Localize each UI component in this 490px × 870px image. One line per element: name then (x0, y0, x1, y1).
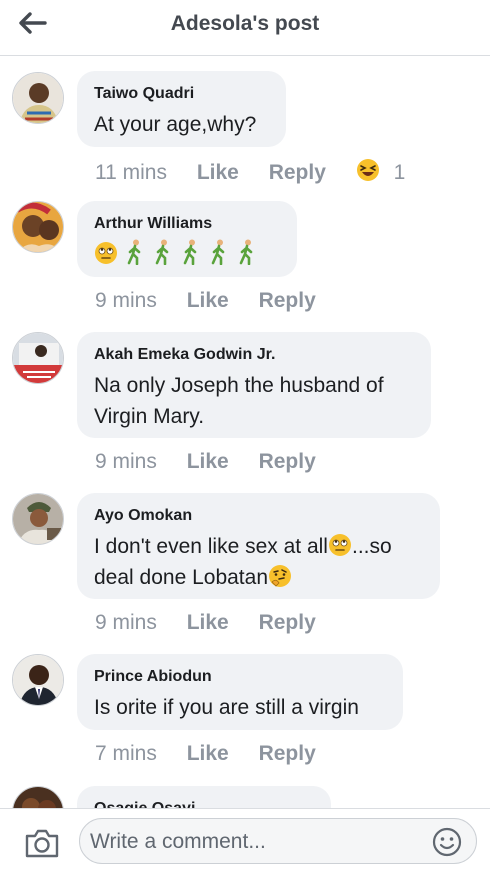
comment-author[interactable]: Prince Abiodun (94, 668, 385, 686)
comment-text-line: I don't even like sex at all ...so (94, 531, 422, 562)
like-button[interactable]: Like (187, 742, 229, 766)
comment-bubble[interactable]: Ayo Omokan I don't even like sex at all.… (77, 493, 440, 599)
reply-button[interactable]: Reply (259, 742, 316, 766)
walking-person-icon (211, 239, 225, 265)
comment-time[interactable]: 7 mins (95, 742, 157, 766)
comment-bubble[interactable]: Akah Emeka Godwin Jr. Na only Joseph the… (77, 332, 431, 438)
comment-text-part: ...so (351, 535, 392, 558)
like-button[interactable]: Like (187, 450, 229, 474)
avatar[interactable] (12, 332, 64, 384)
laughing-reaction-icon[interactable] (356, 158, 380, 182)
like-button[interactable]: Like (187, 289, 229, 313)
comment-text-line: Virgin Mary. (94, 405, 205, 428)
comment-bubble[interactable]: Arthur Williams (77, 201, 297, 277)
like-button[interactable]: Like (187, 611, 229, 635)
reaction-count[interactable]: 1 (394, 161, 406, 185)
comment-input-box[interactable] (79, 818, 477, 864)
comment-text-part: I don't even like sex at all (94, 535, 328, 558)
comment-text-part: deal done Lobatan (94, 566, 268, 589)
comment-emoji-row (94, 239, 279, 270)
reply-button[interactable]: Reply (259, 450, 316, 474)
thinking-emoji-icon (269, 565, 291, 587)
comment-text: Is orite if you are still a virgin (94, 696, 359, 719)
comment-actions: 7 mins Like Reply (95, 742, 340, 766)
comment-input[interactable] (90, 827, 420, 857)
walking-person-icon (155, 239, 169, 265)
comment-bubble[interactable]: Taiwo Quadri At your age,why? (77, 71, 286, 147)
eye-roll-emoji-icon (328, 534, 351, 556)
reply-button[interactable]: Reply (269, 161, 326, 185)
avatar[interactable] (12, 201, 64, 253)
comment-author[interactable]: Arthur Williams (94, 215, 279, 233)
comment-actions: 9 mins Like Reply (95, 289, 340, 313)
comment-time[interactable]: 9 mins (95, 611, 157, 635)
comment-text-line: deal done Lobatan (94, 562, 422, 593)
comment-time[interactable]: 11 mins (95, 161, 167, 185)
walking-person-icon (127, 239, 141, 265)
walking-person-icon (239, 239, 253, 265)
comment-bubble[interactable]: Osagie Osayi (77, 786, 331, 808)
comment-author[interactable]: Akah Emeka Godwin Jr. (94, 346, 413, 364)
comment-author[interactable]: Ayo Omokan (94, 507, 422, 525)
comment-author[interactable]: Osagie Osayi (94, 800, 313, 808)
comment-bubble[interactable]: Prince Abiodun Is orite if you are still… (77, 654, 403, 730)
comment-text-line: Na only Joseph the husband of (94, 374, 384, 397)
comment-list[interactable]: Taiwo Quadri At your age,why? 11 mins Li… (0, 56, 490, 808)
page-title: Adesola's post (170, 12, 320, 35)
comment-text: At your age,why? (94, 113, 257, 136)
reply-button[interactable]: Reply (259, 289, 316, 313)
like-button[interactable]: Like (197, 161, 239, 185)
comment-time[interactable]: 9 mins (95, 289, 157, 313)
walking-person-icon (183, 239, 197, 265)
comment-author[interactable]: Taiwo Quadri (94, 85, 268, 103)
avatar[interactable] (12, 72, 64, 124)
comment-time[interactable]: 9 mins (95, 450, 157, 474)
smiley-icon[interactable] (432, 827, 462, 857)
camera-icon[interactable] (24, 827, 60, 859)
comment-actions: 9 mins Like Reply (95, 611, 340, 635)
comment-actions: 9 mins Like Reply (95, 450, 340, 474)
avatar[interactable] (12, 493, 64, 545)
avatar[interactable] (12, 654, 64, 706)
reply-button[interactable]: Reply (259, 611, 316, 635)
comment-composer (0, 808, 490, 870)
eye-roll-emoji-icon (95, 242, 117, 264)
avatar[interactable] (12, 786, 64, 808)
top-bar: Adesola's post (0, 0, 490, 56)
comment-actions: 11 mins Like Reply 1 (95, 158, 405, 185)
